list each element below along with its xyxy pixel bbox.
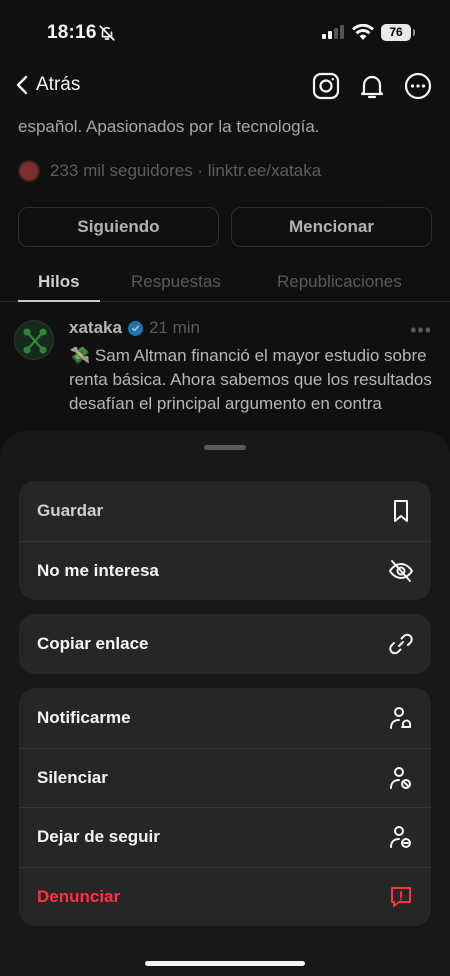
bookmark-icon (388, 498, 414, 524)
eye-off-icon (388, 558, 414, 584)
mention-button[interactable]: Mencionar (231, 207, 432, 247)
link-icon (388, 631, 414, 657)
post-author[interactable]: xataka (69, 318, 122, 338)
back-label: Atrás (36, 74, 81, 95)
tab-reposts[interactable]: Republicaciones (277, 272, 402, 292)
cellular-signal-icon (322, 25, 344, 44)
not-interested-label: No me interesa (37, 560, 159, 580)
home-indicator[interactable] (145, 961, 305, 966)
sheet-group-3: Notificarme Silenciar Dejar de seguir De… (19, 688, 431, 926)
save-option[interactable]: Guardar (19, 481, 431, 541)
verified-badge-icon (127, 320, 143, 336)
profile-tabs: Hilos Respuestas Republicaciones (0, 262, 450, 302)
unfollow-option[interactable]: Dejar de seguir (19, 807, 431, 867)
post-body: Sam Altman financió el mayor estudio sob… (69, 346, 432, 413)
following-button[interactable]: Siguiendo (18, 207, 219, 247)
actions-sheet: Guardar No me interesa Copiar enlace Not… (0, 431, 450, 976)
mute-option[interactable]: Silenciar (19, 747, 431, 808)
followers-text: 233 mil seguidores · linktr.ee/xataka (50, 161, 322, 180)
save-label: Guardar (37, 500, 104, 520)
status-bar: 18:16 76 (0, 0, 450, 62)
notify-option[interactable]: Notificarme (19, 688, 431, 748)
silent-mode-icon (98, 24, 116, 47)
status-time: 18:16 (47, 22, 97, 43)
user-bell-icon (388, 705, 414, 731)
unfollow-label: Dejar de seguir (37, 827, 160, 847)
money-emoji-icon: 💸 (69, 346, 91, 365)
mute-label: Silenciar (37, 767, 108, 787)
report-label: Denunciar (37, 886, 121, 906)
not-interested-option[interactable]: No me interesa (19, 540, 431, 601)
top-navigation: Atrás (0, 62, 450, 112)
user-mute-icon (388, 765, 414, 791)
sheet-group-2: Copiar enlace (19, 614, 431, 674)
instagram-icon[interactable] (312, 72, 340, 100)
wifi-icon (352, 23, 374, 45)
notify-label: Notificarme (37, 707, 131, 727)
more-icon[interactable] (404, 72, 432, 100)
followers-row[interactable]: 233 mil seguidores · linktr.ee/xataka (18, 160, 321, 182)
chevron-left-icon (16, 75, 28, 95)
profile-bio: español. Apasionados por la tecnología. (18, 117, 320, 136)
profile-actions: Siguiendo Mencionar (18, 207, 432, 247)
sheet-group-1: Guardar No me interesa (19, 481, 431, 600)
post-time: 21 min (148, 318, 200, 337)
post-more-icon[interactable]: ••• (410, 320, 432, 341)
tab-replies[interactable]: Respuestas (131, 272, 221, 292)
post-header: xataka 21 min (69, 318, 200, 338)
post-text: 💸 Sam Altman financió el mayor estudio s… (69, 344, 434, 416)
battery-indicator: 76 (381, 24, 415, 41)
back-button[interactable]: Atrás (16, 74, 80, 96)
bell-icon[interactable] (358, 72, 386, 100)
author-avatar[interactable] (14, 320, 54, 360)
sheet-grabber[interactable] (204, 445, 246, 450)
copy-link-option[interactable]: Copiar enlace (19, 614, 431, 674)
report-icon (388, 884, 414, 910)
tab-threads[interactable]: Hilos (38, 272, 80, 292)
active-tab-indicator (18, 300, 100, 302)
copy-link-label: Copiar enlace (37, 633, 149, 653)
report-option[interactable]: Denunciar (19, 866, 431, 927)
follower-avatar (18, 160, 40, 182)
user-unfollow-icon (388, 824, 414, 850)
